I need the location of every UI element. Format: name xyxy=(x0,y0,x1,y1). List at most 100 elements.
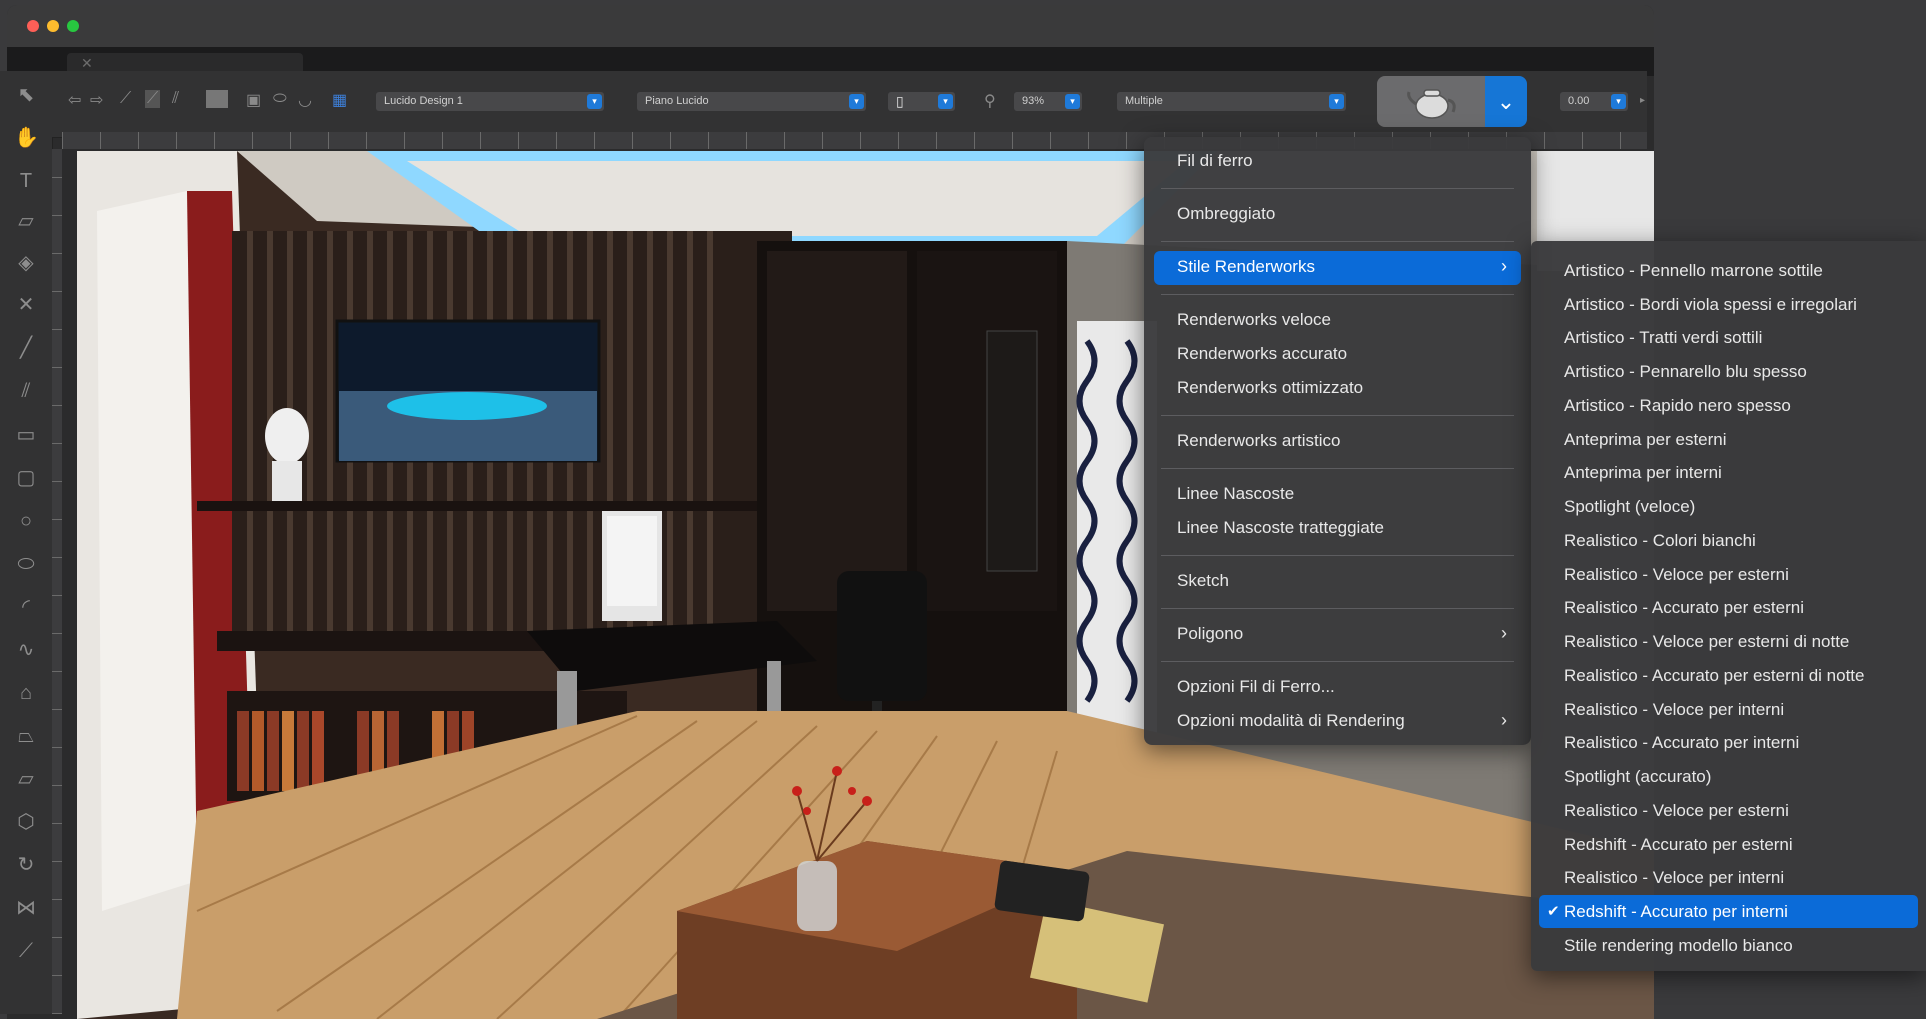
rounded-rectangle-tool-icon[interactable]: ▢ xyxy=(14,466,38,490)
layers-icon[interactable]: ▦ xyxy=(332,90,347,110)
view-dropdown[interactable]: Multiple ▾ xyxy=(1117,92,1346,111)
menu-item-renderworks-artistic[interactable]: Renderworks artistico xyxy=(1177,431,1340,451)
menu-item-polygon[interactable]: Poligono xyxy=(1177,624,1243,644)
menu-separator xyxy=(1161,608,1514,609)
delete-tool-icon[interactable]: ✕ xyxy=(14,293,38,317)
style-item[interactable]: Artistico - Bordi viola spessi e irregol… xyxy=(1564,295,1857,315)
layer-dropdown[interactable]: Piano Lucido ▾ xyxy=(637,92,866,111)
chevron-down-icon: ▾ xyxy=(587,94,602,109)
close-window-button[interactable] xyxy=(27,20,39,32)
polygon-tool-icon[interactable]: ⏢ xyxy=(14,724,38,748)
render-mode-dropdown-arrow[interactable]: ⌄ xyxy=(1485,76,1527,127)
checkmark-icon: ✔ xyxy=(1547,903,1560,920)
line-style-icon[interactable]: ⟋ xyxy=(120,90,131,108)
page-dropdown[interactable]: ▯ ▾ xyxy=(888,92,955,111)
line-tool-icon[interactable]: ╱ xyxy=(14,336,38,360)
double-line-tool-icon[interactable]: ⫽ xyxy=(14,379,38,403)
renderworks-styles-submenu: Artistico - Pennello marrone sottile Art… xyxy=(1531,241,1926,971)
style-item[interactable]: Spotlight (veloce) xyxy=(1564,497,1695,517)
chevron-right-icon: › xyxy=(1501,256,1507,276)
title-bar xyxy=(7,5,1654,47)
style-item[interactable]: Realistico - Veloce per interni xyxy=(1564,868,1784,888)
menu-separator xyxy=(1161,188,1514,189)
regular-polygon-tool-icon[interactable]: ⬡ xyxy=(14,810,38,834)
chevron-down-icon: ▾ xyxy=(1611,94,1626,109)
oval-tool-icon[interactable]: ⬭ xyxy=(14,552,38,576)
chevron-down-icon: ▾ xyxy=(1065,94,1080,109)
style-item[interactable]: Realistico - Accurato per esterni xyxy=(1564,598,1804,618)
zoom-icon[interactable]: ⚲ xyxy=(984,91,996,111)
style-item[interactable]: Anteprima per interni xyxy=(1564,463,1722,483)
menu-item-wireframe[interactable]: Fil di ferro xyxy=(1177,151,1253,171)
style-item[interactable]: Stile rendering modello bianco xyxy=(1564,936,1793,956)
menu-separator xyxy=(1161,555,1514,556)
menu-item-renderworks-fast[interactable]: Renderworks veloce xyxy=(1177,310,1331,330)
style-item[interactable]: Artistico - Pennello marrone sottile xyxy=(1564,261,1823,281)
style-item[interactable]: Anteprima per esterni xyxy=(1564,430,1727,450)
style-item[interactable]: Realistico - Veloce per interni xyxy=(1564,700,1784,720)
menu-item-hidden-lines[interactable]: Linee Nascoste xyxy=(1177,484,1294,504)
value-field[interactable]: 0.00 ▾ xyxy=(1560,92,1628,111)
back-view-icon[interactable]: ⇦ xyxy=(68,90,81,110)
style-item[interactable]: Artistico - Pennarello blu spesso xyxy=(1564,362,1807,382)
rectangle-mode-icon[interactable]: ▣ xyxy=(246,90,261,110)
chevron-down-icon: ▾ xyxy=(1329,94,1344,109)
selection-tool-icon[interactable]: ⬉ xyxy=(14,83,38,107)
cup-mode-icon[interactable]: ◡ xyxy=(298,90,312,110)
chevron-down-icon: ▾ xyxy=(849,94,864,109)
rectangle-tool-icon[interactable]: ▭ xyxy=(14,423,38,447)
text-tool-icon[interactable]: T xyxy=(14,169,38,193)
style-item[interactable]: Realistico - Accurato per interni xyxy=(1564,733,1799,753)
menu-separator xyxy=(1161,294,1514,295)
menu-item-sketch[interactable]: Sketch xyxy=(1177,571,1229,591)
style-item[interactable]: Spotlight (accurato) xyxy=(1564,767,1711,787)
style-item[interactable]: Realistico - Colori bianchi xyxy=(1564,531,1756,551)
fill-color-icon[interactable] xyxy=(206,90,228,108)
menu-item-renderworks-style[interactable]: Stile Renderworks xyxy=(1177,257,1315,277)
double-polygon-tool-icon[interactable]: ⏥ xyxy=(14,767,38,791)
style-item[interactable]: Realistico - Veloce per esterni di notte xyxy=(1564,632,1849,652)
pan-tool-icon[interactable]: ✋ xyxy=(14,126,39,150)
style-item[interactable]: Realistico - Veloce per esterni xyxy=(1564,565,1789,585)
menu-item-renderworks-optimized[interactable]: Renderworks ottimizzato xyxy=(1177,378,1363,398)
chevron-right-icon: › xyxy=(1501,623,1507,643)
menu-item-dashed-hidden-lines[interactable]: Linee Nascoste tratteggiate xyxy=(1177,518,1384,538)
chevron-down-icon: ▾ xyxy=(938,94,953,109)
value-field-value: 0.00 xyxy=(1568,95,1590,107)
teapot-icon xyxy=(1407,89,1456,119)
menu-item-shaded[interactable]: Ombreggiato xyxy=(1177,204,1275,224)
style-item[interactable]: Artistico - Tratti verdi sottili xyxy=(1564,328,1762,348)
pen-style-icon[interactable]: ⟋ xyxy=(145,90,161,108)
render-mode-menu: Fil di ferro Ombreggiato Stile Renderwor… xyxy=(1144,137,1531,745)
arc-tool-icon[interactable]: ◜ xyxy=(14,595,38,619)
minimize-window-button[interactable] xyxy=(47,20,59,32)
freehand-tool-icon[interactable]: ∿ xyxy=(14,638,38,662)
zoom-window-button[interactable] xyxy=(67,20,79,32)
close-icon[interactable]: ✕ xyxy=(81,55,93,72)
dimension-tool-icon[interactable]: ⟋ xyxy=(14,939,38,963)
more-arrow-icon[interactable]: ▸ xyxy=(1640,95,1645,106)
menu-item-renderworks-accurate[interactable]: Renderworks accurato xyxy=(1177,344,1347,364)
menu-item-rendering-mode-options[interactable]: Opzioni modalità di Rendering xyxy=(1177,711,1405,731)
style-item[interactable]: Realistico - Accurato per esterni di not… xyxy=(1564,666,1864,686)
style-item[interactable]: Artistico - Rapido nero spesso xyxy=(1564,396,1791,416)
dash-style-icon[interactable]: ⫽ xyxy=(172,90,179,108)
circle-tool-icon[interactable]: ○ xyxy=(14,509,38,533)
ellipse-mode-icon[interactable]: ⬭ xyxy=(273,90,287,108)
callout-tool-icon[interactable]: ▱ xyxy=(14,209,38,233)
style-item[interactable]: Redshift - Accurato per esterni xyxy=(1564,835,1793,855)
polyline-tool-icon[interactable]: ⌂ xyxy=(14,681,38,705)
chevron-right-icon: › xyxy=(1501,710,1507,730)
mirror-tool-icon[interactable]: ⋈ xyxy=(14,896,38,920)
spiral-tool-icon[interactable]: ↻ xyxy=(14,853,38,877)
style-item[interactable]: Realistico - Veloce per esterni xyxy=(1564,801,1789,821)
vertical-ruler xyxy=(52,149,62,1014)
forward-view-icon[interactable]: ⇨ xyxy=(90,90,103,110)
menu-item-wireframe-options[interactable]: Opzioni Fil di Ferro... xyxy=(1177,677,1335,697)
style-item-selected[interactable]: Redshift - Accurato per interni xyxy=(1564,902,1788,922)
render-mode-button[interactable] xyxy=(1377,76,1485,127)
fill-tool-icon[interactable]: ◈ xyxy=(14,251,38,275)
zoom-dropdown[interactable]: 93% ▾ xyxy=(1014,92,1082,111)
tool-palette: ⬉ ✋ T ▱ ◈ ✕ ╱ ⫽ ▭ ▢ ○ ⬭ ◜ ∿ ⌂ ⏢ ⏥ ⬡ ↻ ⋈ … xyxy=(0,71,53,1014)
class-dropdown[interactable]: Lucido Design 1 ▾ xyxy=(376,92,604,111)
